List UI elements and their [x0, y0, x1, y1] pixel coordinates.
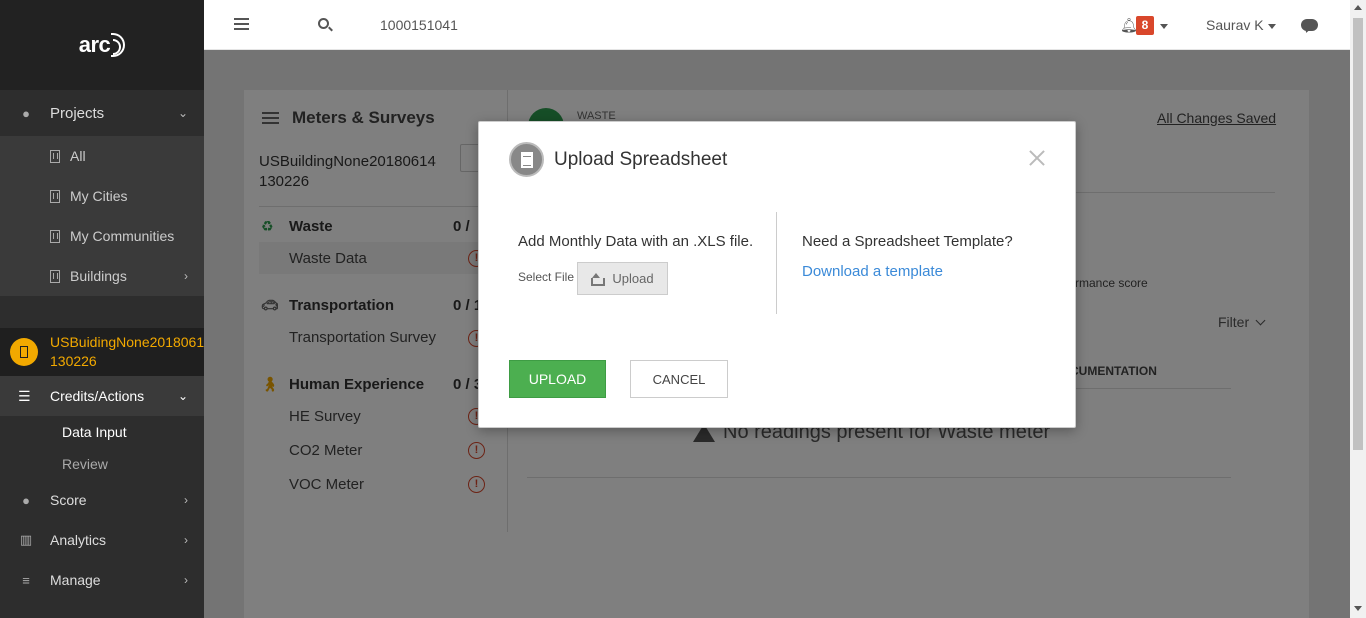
sidebar-item-manage[interactable]: ≡ Manage ›: [0, 560, 204, 600]
search-icon[interactable]: [318, 18, 329, 29]
sidebar-item-data-input[interactable]: Data Input: [0, 416, 204, 448]
choose-file-button[interactable]: Upload: [577, 262, 668, 295]
scroll-thumb[interactable]: [1353, 18, 1363, 450]
choose-file-label: Upload: [612, 271, 654, 286]
sidebar-item-all[interactable]: All: [0, 136, 204, 176]
sidebar-item-my-cities[interactable]: My Cities: [0, 176, 204, 216]
chevron-right-icon: ›: [184, 269, 188, 283]
search-input[interactable]: 1000151041: [380, 17, 458, 33]
chevron-right-icon: ›: [184, 493, 188, 507]
sidebar-item-label: All: [70, 148, 86, 164]
logo-ring-icon: [111, 33, 126, 57]
upload-button[interactable]: UPLOAD: [509, 360, 606, 398]
sidebar-item-label: Projects: [50, 104, 105, 122]
list-icon: ☰: [18, 387, 31, 404]
logo-text: arc: [78, 32, 111, 57]
building-icon: [50, 229, 60, 243]
template-question: Need a Spreadsheet Template?: [802, 233, 1013, 250]
chevron-down-icon: ⌄: [177, 389, 188, 403]
sidebar-item-score[interactable]: ● Score ›: [0, 480, 204, 520]
sidebar-item-label: Manage: [50, 572, 101, 588]
arc-logo[interactable]: arc: [79, 32, 126, 58]
chat-icon[interactable]: [1301, 19, 1318, 31]
current-building[interactable]: USBuidingNone2018061 130226: [0, 328, 204, 376]
sidebar-item-my-communities[interactable]: My Communities: [0, 216, 204, 256]
sidebar-item-projects[interactable]: ● Projects ⌄: [0, 90, 204, 136]
building-name-line2: 130226: [50, 353, 97, 369]
building-icon: [50, 269, 60, 283]
credits-submenu: Data Input Review: [0, 416, 204, 480]
chevron-down-icon[interactable]: [1268, 24, 1276, 29]
sidebar-item-credits[interactable]: ☰ Credits/Actions ⌄: [0, 376, 204, 416]
scroll-down-icon[interactable]: [1354, 606, 1362, 611]
topbar: 1000151041 🔔︎ 8 Saurav K: [204, 0, 1350, 50]
page-scrollbar[interactable]: [1350, 0, 1366, 618]
building-icon: [50, 149, 60, 163]
download-template-link[interactable]: Download a template: [802, 263, 943, 280]
sidebar-item-buildings[interactable]: Buildings ›: [0, 256, 204, 296]
chevron-right-icon: ›: [184, 573, 188, 587]
upload-spreadsheet-modal: Upload Spreadsheet Add Monthly Data with…: [478, 121, 1076, 428]
divider: [776, 212, 777, 314]
building-icon: [50, 189, 60, 203]
sidebar-spacer: [0, 296, 204, 328]
sidebar-item-label: My Communities: [70, 228, 175, 244]
spreadsheet-icon: [509, 142, 544, 177]
sliders-icon: ≡: [22, 572, 30, 588]
add-monthly-data-text: Add Monthly Data with an .XLS file.: [518, 233, 754, 250]
bar-chart-icon: ▥: [19, 532, 33, 547]
notification-badge[interactable]: 8: [1136, 16, 1154, 35]
globe-icon: ●: [22, 105, 30, 121]
sidebar-item-label: Buildings: [70, 268, 127, 284]
sidebar-item-review[interactable]: Review: [0, 448, 204, 480]
building-badge-icon: [10, 338, 38, 366]
modal-title: Upload Spreadsheet: [554, 149, 728, 170]
upload-icon: [591, 273, 606, 286]
scroll-up-icon[interactable]: [1354, 5, 1362, 10]
projects-submenu: All My Cities My Communities Buildings ›: [0, 136, 204, 296]
sidebar-item-analytics[interactable]: ▥ Analytics ›: [0, 520, 204, 560]
chevron-down-icon[interactable]: [1160, 24, 1168, 29]
circle-icon: ●: [22, 492, 30, 508]
close-icon[interactable]: [1027, 148, 1047, 168]
cancel-button[interactable]: CANCEL: [630, 360, 728, 398]
logo-area: arc: [0, 0, 204, 90]
user-menu[interactable]: Saurav K: [1206, 17, 1264, 33]
menu-toggle-icon[interactable]: [234, 18, 249, 30]
building-name-line1: USBuidingNone2018061: [50, 334, 204, 350]
sidebar: arc ● Projects ⌄ All My Cities My Commun…: [0, 0, 204, 618]
chevron-down-icon: ⌄: [177, 106, 188, 120]
select-file-label: Select File: [518, 270, 575, 284]
sidebar-item-label: Score: [50, 492, 87, 508]
sidebar-item-label: Analytics: [50, 532, 107, 548]
sidebar-item-label: Credits/Actions: [50, 388, 145, 404]
current-building-name: USBuidingNone2018061 130226: [50, 333, 204, 371]
sidebar-item-label: My Cities: [70, 188, 128, 204]
chevron-right-icon: ›: [184, 533, 188, 547]
